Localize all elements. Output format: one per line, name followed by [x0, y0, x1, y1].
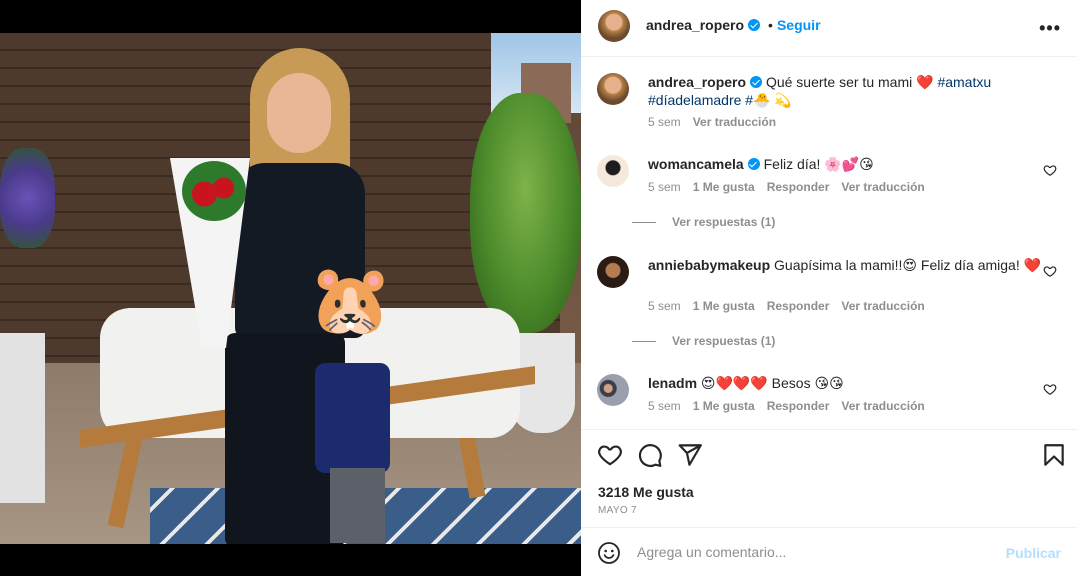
author-username[interactable]: andrea_ropero	[646, 17, 744, 33]
comment-avatar[interactable]	[597, 256, 629, 288]
post-date: MAYO 7	[598, 505, 637, 516]
hashtag-link[interactable]: #🐣	[745, 92, 770, 108]
photo-plant-left	[0, 148, 55, 248]
emoji-picker-icon[interactable]	[597, 541, 621, 565]
photo-pot-left	[0, 333, 45, 503]
child-pants	[330, 468, 385, 543]
comment-meta: 5 sem 1 Me gusta Responder Ver traducción	[648, 399, 937, 413]
hamster-emoji-overlay: 🐹	[308, 262, 393, 338]
comment-like-heart-icon[interactable]	[1043, 163, 1057, 177]
comment-like-heart-icon[interactable]	[1043, 382, 1057, 396]
comment-avatar[interactable]	[597, 155, 629, 187]
woman-face	[267, 73, 331, 153]
comment-item: womancamela Feliz día! 🌸💕😘 5 sem 1 Me gus…	[597, 155, 1061, 235]
post-photo-pane: 🐹	[0, 0, 581, 576]
caption-username[interactable]: andrea_ropero	[648, 74, 746, 90]
caption-meta: 5 sem Ver traducción	[648, 115, 788, 129]
post-header: andrea_ropero • Seguir •••	[581, 0, 1077, 57]
post-actions: 3218 Me gusta MAYO 7	[581, 429, 1077, 527]
share-paper-plane-icon[interactable]	[677, 442, 703, 468]
translate-button[interactable]: Ver traducción	[693, 115, 776, 129]
photo-child	[305, 303, 395, 543]
hashtag-link[interactable]: #amatxu	[937, 74, 991, 90]
reply-button[interactable]: Responder	[767, 299, 830, 313]
caption-time[interactable]: 5 sem	[648, 115, 681, 129]
likes-count[interactable]: 3218 Me gusta	[598, 484, 694, 500]
comment-username[interactable]: lenadm	[648, 375, 697, 391]
comment-input[interactable]	[637, 540, 997, 564]
comment-meta: 5 sem 1 Me gusta Responder Ver traducción	[648, 299, 937, 313]
comment-likes-count[interactable]: 1 Me gusta	[693, 299, 755, 313]
comment-text: lenadm 😍❤️❤️❤️ Besos 😘😘	[648, 374, 1048, 392]
follow-button[interactable]: Seguir	[777, 17, 821, 33]
caption-body: Qué suerte ser tu mami ❤️	[765, 74, 934, 90]
reply-button[interactable]: Responder	[767, 180, 830, 194]
comment-body: Guapísima la mami!!😍 Feliz día amiga! ❤️	[774, 257, 1042, 273]
reply-button[interactable]: Responder	[767, 399, 830, 413]
caption-emoji: 💫	[774, 92, 792, 108]
comment-bubble-icon[interactable]	[637, 442, 663, 468]
comment-likes-count[interactable]: 1 Me gusta	[693, 180, 755, 194]
view-replies-button[interactable]: Ver respuestas (1)	[632, 334, 775, 348]
comment-body: 😍❤️❤️❤️ Besos 😘😘	[700, 375, 844, 391]
comment-time[interactable]: 5 sem	[648, 399, 681, 413]
comment-meta: 5 sem 1 Me gusta Responder Ver traducción	[648, 180, 937, 194]
comment-time[interactable]: 5 sem	[648, 180, 681, 194]
comment-item: anniebabymakeup Guapísima la mami!!😍 Fel…	[597, 256, 1061, 354]
translate-button[interactable]: Ver traducción	[841, 399, 924, 413]
comment-time[interactable]: 5 sem	[648, 299, 681, 313]
child-shirt	[315, 363, 390, 473]
author-avatar[interactable]	[598, 10, 630, 42]
post-side-panel: andrea_ropero • Seguir ••• andrea_ropero Q…	[581, 0, 1077, 576]
hashtag-link[interactable]: #díadelamadre	[648, 92, 741, 108]
verified-badge-icon	[747, 158, 760, 170]
comment-text: womancamela Feliz día! 🌸💕😘	[648, 155, 1048, 173]
comment-like-heart-icon[interactable]	[1043, 264, 1057, 278]
translate-button[interactable]: Ver traducción	[841, 299, 924, 313]
like-heart-icon[interactable]	[597, 442, 623, 468]
comment-item: lenadm 😍❤️❤️❤️ Besos 😘😘 5 sem 1 Me gusta R…	[597, 374, 1061, 424]
verified-badge-icon	[750, 76, 763, 88]
comments-list[interactable]: andrea_ropero Qué suerte ser tu mami ❤️ …	[581, 57, 1077, 429]
author-line: andrea_ropero • Seguir	[646, 17, 821, 35]
caption-avatar[interactable]	[597, 73, 629, 105]
photo-roses	[182, 161, 246, 221]
separator-dot: •	[768, 17, 773, 33]
comment-username[interactable]: womancamela	[648, 156, 744, 172]
translate-button[interactable]: Ver traducción	[841, 180, 924, 194]
more-options-icon[interactable]: •••	[1039, 18, 1061, 39]
comment-likes-count[interactable]: 1 Me gusta	[693, 399, 755, 413]
view-replies-button[interactable]: Ver respuestas (1)	[632, 215, 775, 229]
comment-body: Feliz día! 🌸💕😘	[763, 156, 874, 172]
comment-text: anniebabymakeup Guapísima la mami!!😍 Fel…	[648, 256, 1048, 274]
comment-avatar[interactable]	[597, 374, 629, 406]
caption-row: andrea_ropero Qué suerte ser tu mami ❤️ …	[597, 73, 1061, 133]
save-bookmark-icon[interactable]	[1041, 442, 1067, 468]
publish-button[interactable]: Publicar	[1006, 545, 1061, 561]
comment-username[interactable]: anniebabymakeup	[648, 257, 770, 273]
verified-badge-icon	[748, 19, 761, 31]
caption-text: andrea_ropero Qué suerte ser tu mami ❤️ …	[648, 73, 1048, 109]
comment-composer: Publicar	[581, 527, 1077, 576]
post-photo[interactable]: 🐹	[0, 33, 581, 544]
